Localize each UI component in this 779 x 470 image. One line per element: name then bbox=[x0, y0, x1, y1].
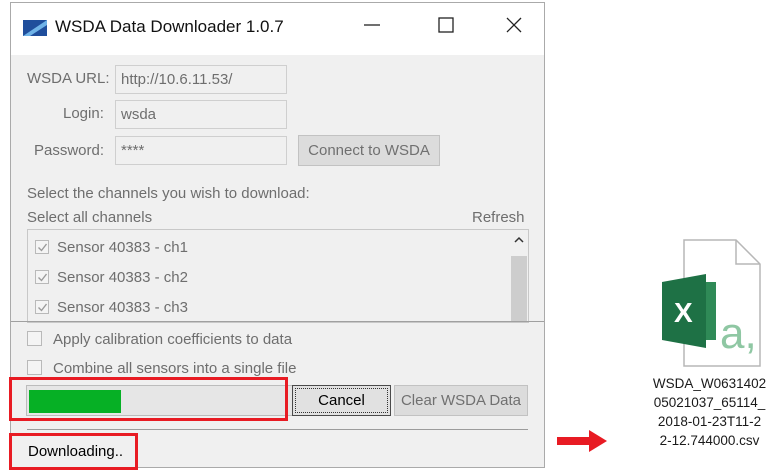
url-field[interactable]: http://10.6.11.53/ bbox=[115, 65, 287, 94]
scroll-up-icon[interactable] bbox=[512, 234, 526, 246]
file-name-label: WSDA_W0631402 05021037_65114_ 2018-01-23… bbox=[640, 374, 779, 450]
window-title: WSDA Data Downloader 1.0.7 bbox=[55, 17, 284, 36]
app-logo-icon bbox=[23, 20, 47, 36]
channel-item[interactable]: Sensor 40383 - ch3 bbox=[35, 299, 188, 321]
combine-sensors-option[interactable]: Combine all sensors into a single file bbox=[27, 360, 296, 377]
checkmark-icon bbox=[38, 303, 48, 312]
file-name-line: WSDA_W0631402 bbox=[652, 376, 767, 391]
minimize-button[interactable] bbox=[349, 3, 395, 47]
channel-checkbox[interactable] bbox=[35, 240, 49, 254]
file-name-line: 2018-01-23T11-2 bbox=[657, 414, 762, 429]
file-name-line: 05021037_65114_ bbox=[653, 395, 766, 410]
url-label: WSDA URL: bbox=[27, 70, 110, 87]
close-icon bbox=[506, 17, 522, 33]
connect-button[interactable]: Connect to WSDA bbox=[298, 135, 440, 166]
combine-sensors-checkbox[interactable] bbox=[27, 360, 42, 375]
channel-scrollbar[interactable] bbox=[510, 230, 528, 322]
channel-checkbox[interactable] bbox=[35, 300, 49, 314]
cancel-button[interactable]: Cancel bbox=[292, 385, 391, 416]
refresh-link[interactable]: Refresh bbox=[472, 209, 525, 226]
login-field[interactable]: wsda bbox=[115, 100, 287, 129]
output-file[interactable]: X a, WSDA_W0631402 05021037_65114_ 2018-… bbox=[640, 212, 779, 470]
channel-checkbox[interactable] bbox=[35, 270, 49, 284]
channel-list: Sensor 40383 - ch1 Sensor 40383 - ch2 Se… bbox=[27, 229, 529, 323]
close-button[interactable] bbox=[491, 3, 537, 47]
channel-label: Sensor 40383 - ch2 bbox=[57, 269, 188, 286]
select-all-link[interactable]: Select all channels bbox=[27, 209, 152, 226]
svg-text:a,: a, bbox=[720, 309, 757, 358]
status-divider bbox=[27, 429, 528, 430]
divider bbox=[11, 321, 544, 322]
scrollbar-thumb[interactable] bbox=[511, 256, 527, 322]
apply-calibration-checkbox[interactable] bbox=[27, 331, 42, 346]
minimize-icon bbox=[364, 24, 380, 26]
svg-text:X: X bbox=[674, 297, 693, 328]
channel-label: Sensor 40383 - ch3 bbox=[57, 299, 188, 316]
channel-item[interactable]: Sensor 40383 - ch1 bbox=[35, 239, 188, 261]
checkmark-icon bbox=[38, 243, 48, 252]
apply-calibration-label: Apply calibration coefficients to data bbox=[53, 331, 293, 348]
combine-sensors-label: Combine all sensors into a single file bbox=[53, 360, 297, 377]
channel-label: Sensor 40383 - ch1 bbox=[57, 239, 188, 256]
apply-calibration-option[interactable]: Apply calibration coefficients to data bbox=[27, 331, 292, 348]
maximize-button[interactable] bbox=[423, 3, 469, 47]
excel-csv-file-icon: X a, bbox=[662, 239, 761, 367]
focus-outline bbox=[295, 388, 388, 413]
checkmark-icon bbox=[38, 273, 48, 282]
channel-item[interactable]: Sensor 40383 - ch2 bbox=[35, 269, 188, 291]
channels-prompt: Select the channels you wish to download… bbox=[27, 185, 310, 202]
maximize-icon bbox=[438, 17, 454, 33]
title-bar[interactable]: WSDA Data Downloader 1.0.7 bbox=[11, 3, 544, 55]
status-highlight-box bbox=[9, 433, 138, 470]
file-name-line: 2-12.744000.csv bbox=[659, 433, 760, 448]
password-label: Password: bbox=[34, 142, 105, 159]
password-field[interactable]: **** bbox=[115, 136, 287, 165]
progress-highlight-box bbox=[9, 377, 288, 421]
login-label: Login: bbox=[63, 105, 104, 122]
arrow-right-icon bbox=[557, 430, 607, 452]
clear-wsda-data-button[interactable]: Clear WSDA Data bbox=[394, 385, 528, 416]
